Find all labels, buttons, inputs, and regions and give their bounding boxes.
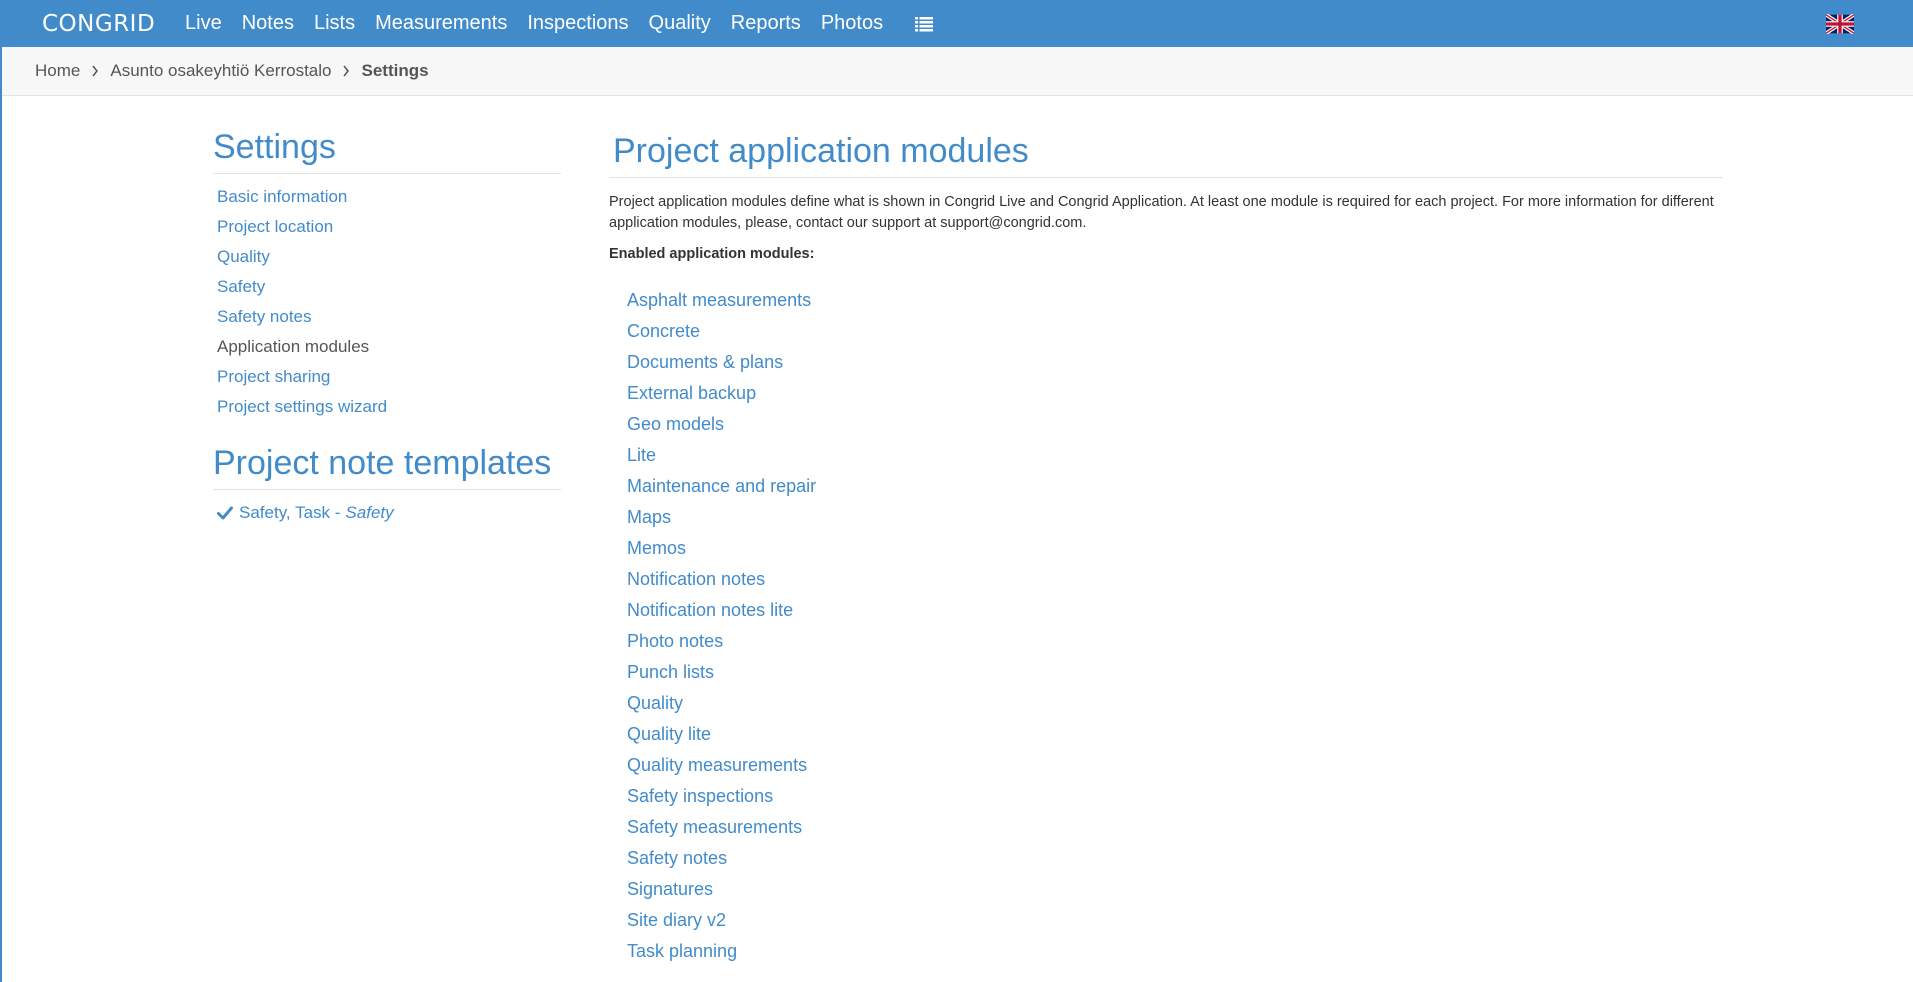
page-title: Project application modules	[609, 132, 1723, 178]
nav-photos[interactable]: Photos	[821, 12, 883, 35]
module-item[interactable]: Site diary v2	[627, 905, 1723, 936]
module-item[interactable]: Geo models	[627, 409, 1723, 440]
nav-quality[interactable]: Quality	[649, 12, 711, 35]
nav-reports[interactable]: Reports	[731, 12, 801, 35]
module-item[interactable]: Quality lite	[627, 719, 1723, 750]
module-item[interactable]: Memos	[627, 533, 1723, 564]
nav-inspections[interactable]: Inspections	[527, 12, 628, 35]
chevron-right-icon	[343, 65, 350, 77]
module-item[interactable]: Photo notes	[627, 626, 1723, 657]
breadcrumb-project[interactable]: Asunto osakeyhtiö Kerrostalo	[110, 61, 331, 81]
module-item[interactable]: Safety measurements	[627, 812, 1723, 843]
sidebar-item-quality[interactable]: Quality	[211, 242, 561, 272]
list-icon[interactable]	[915, 16, 934, 32]
nav-lists[interactable]: Lists	[314, 12, 355, 35]
module-item[interactable]: Lite	[627, 440, 1723, 471]
module-item[interactable]: Signatures	[627, 874, 1723, 905]
module-item[interactable]: Safety notes	[627, 843, 1723, 874]
top-navbar: CONGRID Live Notes Lists Measurements In…	[2, 0, 1913, 47]
sidebar-item-safety-notes[interactable]: Safety notes	[211, 302, 561, 332]
sidebar-item-project-sharing[interactable]: Project sharing	[211, 362, 561, 392]
settings-sidebar: Settings Basic information Project locat…	[211, 128, 561, 528]
sidebar-item-basic-information[interactable]: Basic information	[211, 182, 561, 212]
nav-live[interactable]: Live	[185, 12, 222, 35]
module-item[interactable]: Asphalt measurements	[627, 285, 1723, 316]
sidebar-item-safety[interactable]: Safety	[211, 272, 561, 302]
enabled-modules-label: Enabled application modules:	[609, 246, 815, 262]
main-content: Project application modules Project appl…	[609, 132, 1723, 967]
module-item[interactable]: Notification notes lite	[627, 595, 1723, 626]
sidebar-item-project-settings-wizard[interactable]: Project settings wizard	[211, 392, 561, 422]
nav-notes[interactable]: Notes	[242, 12, 294, 35]
module-item[interactable]: Quality measurements	[627, 750, 1723, 781]
module-item[interactable]: Punch lists	[627, 657, 1723, 688]
template-type: Safety	[345, 503, 394, 522]
module-item[interactable]: Documents & plans	[627, 347, 1723, 378]
chevron-right-icon	[92, 65, 99, 77]
breadcrumb-current: Settings	[361, 61, 429, 80]
template-item-safety-task[interactable]: Safety, Task - Safety	[211, 498, 561, 528]
congrid-logo[interactable]: CONGRID	[42, 11, 155, 37]
breadcrumb-home[interactable]: Home	[35, 61, 80, 81]
module-item[interactable]: External backup	[627, 378, 1723, 409]
module-item[interactable]: Notification notes	[627, 564, 1723, 595]
module-item[interactable]: Task planning	[627, 936, 1723, 967]
main-nav: Live Notes Lists Measurements Inspection…	[185, 0, 934, 47]
settings-menu: Basic information Project location Quali…	[211, 182, 561, 422]
module-item[interactable]: Maps	[627, 502, 1723, 533]
check-icon	[217, 506, 233, 520]
modules-list: Asphalt measurements Concrete Documents …	[609, 285, 1723, 967]
uk-flag-icon[interactable]	[1826, 14, 1854, 34]
module-item[interactable]: Quality	[627, 688, 1723, 719]
template-label: Safety, Task -	[239, 503, 341, 522]
module-item[interactable]: Maintenance and repair	[627, 471, 1723, 502]
sidebar-item-project-location[interactable]: Project location	[211, 212, 561, 242]
nav-measurements[interactable]: Measurements	[375, 12, 507, 35]
modules-description: Project application modules define what …	[609, 194, 1714, 231]
module-item[interactable]: Safety inspections	[627, 781, 1723, 812]
module-item[interactable]: Concrete	[627, 316, 1723, 347]
sidebar-title: Settings	[213, 128, 561, 174]
breadcrumb: Home Asunto osakeyhtiö Kerrostalo Settin…	[2, 47, 1913, 96]
sidebar-item-application-modules[interactable]: Application modules	[211, 332, 561, 362]
templates-title: Project note templates	[213, 444, 561, 490]
